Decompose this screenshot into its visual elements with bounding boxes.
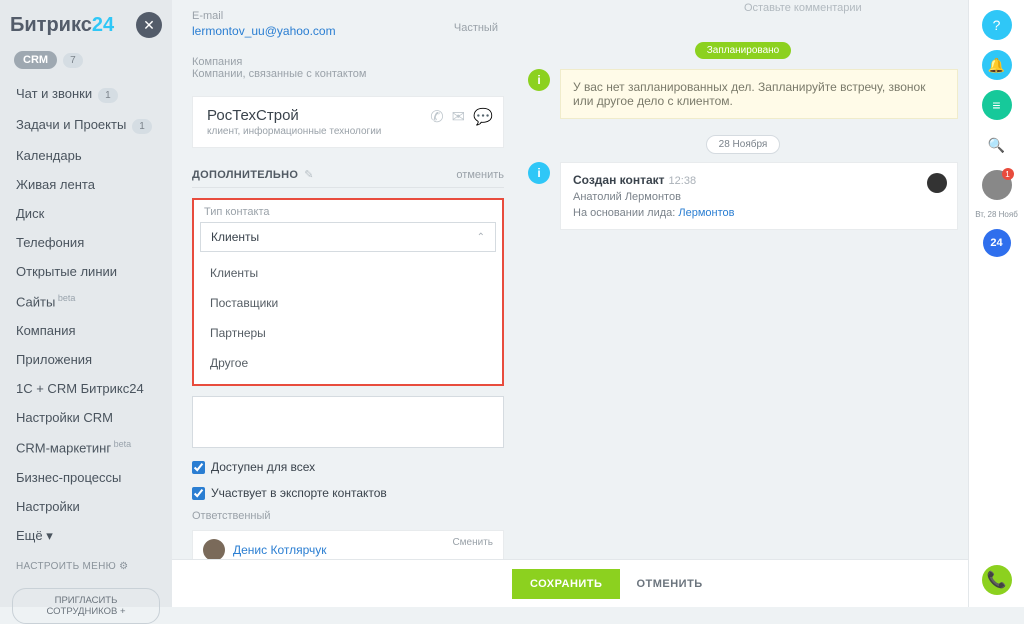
responsible-name[interactable]: Денис Котлярчук [233,543,327,557]
nav-item[interactable]: Календарь [0,141,172,170]
nav-item[interactable]: Настройки [0,492,172,521]
help-icon[interactable]: ? [982,10,1012,40]
nav-item[interactable]: Открытые линии [0,257,172,286]
select-option[interactable]: Партнеры [200,318,496,348]
select-option[interactable]: Поставщики [200,288,496,318]
comment-placeholder[interactable]: Оставьте комментарии [528,0,958,22]
edit-icon[interactable]: ✎ [304,168,313,181]
right-rail: ? 🔔 ≡ 🔍 1 Вт, 28 Нояб 24 📞 [968,0,1024,607]
change-link[interactable]: Сменить [452,537,493,548]
chk-public[interactable]: Доступен для всех [192,460,504,474]
chat-icon[interactable]: 💬 [473,107,493,127]
save-button[interactable]: СОХРАНИТЬ [512,569,620,599]
nav-item[interactable]: Настройки CRM [0,403,172,432]
close-icon[interactable]: ✕ [136,12,162,38]
nav-item[interactable]: 1С + CRM Битрикс24 [0,374,172,403]
invite-button[interactable]: ПРИГЛАСИТЬ СОТРУДНИКОВ + [12,588,160,624]
private-label: Частный [454,22,498,34]
company-sublabel: Компании, связанные с контактом [192,68,504,80]
rail-date: Вт, 28 Нояб [975,210,1018,219]
info-icon: i [528,69,550,91]
date-pill: 28 Ноября [706,135,781,154]
messages-icon[interactable]: ≡ [982,90,1012,120]
cancel-link[interactable]: отменить [456,169,504,181]
company-card[interactable]: РосТехСтрой клиент, информационные техно… [192,96,504,148]
footer: СОХРАНИТЬ ОТМЕНИТЬ [172,559,968,607]
section-title: ДОПОЛНИТЕЛЬНО [192,169,298,181]
crm-badge[interactable]: CRM [14,51,57,69]
nav-item[interactable]: CRM-маркетинг beta [0,432,172,462]
select-option[interactable]: Клиенты [200,258,496,288]
avatar [203,539,225,561]
nav-item[interactable]: Компания [0,316,172,345]
email-label: E-mail [192,10,504,22]
chevron-up-icon: ⌃ [477,232,485,243]
phone-icon[interactable]: ✆ [430,107,443,127]
nav-item[interactable]: Сайты beta [0,286,172,316]
select-option[interactable]: Другое [200,348,496,378]
nav-item[interactable]: Задачи и Проекты1 [0,110,172,141]
settings-menu[interactable]: НАСТРОИТЬ МЕНЮ ⚙ [0,551,172,582]
nav-item[interactable]: Чат и звонки1 [0,79,172,110]
nav-item[interactable]: Телефония [0,228,172,257]
nav-item[interactable]: Диск [0,199,172,228]
info-icon: i [528,162,550,184]
lead-link[interactable]: Лермонтов [678,207,734,219]
contact-type-field: Тип контакта Клиенты⌃ КлиентыПоставщикиП… [192,198,504,386]
bell-icon[interactable]: 🔔 [982,50,1012,80]
chk-export[interactable]: Участвует в экспорте контактов [192,486,504,500]
planned-badge: Запланировано [695,42,792,59]
textarea[interactable] [192,396,504,448]
search-icon[interactable]: 🔍 [982,130,1012,160]
company-label: Компания [192,56,504,68]
nav-item[interactable]: Бизнес-процессы [0,463,172,492]
event-card: Создан контакт12:38 Анатолий Лермонтов Н… [560,162,958,230]
cancel-button[interactable]: ОТМЕНИТЬ [636,578,702,590]
sidebar: Битрикс24 ✕ CRM7 Чат и звонки1Задачи и П… [0,0,172,607]
nav-item[interactable]: Живая лента [0,170,172,199]
avatar [927,173,947,193]
mail-icon[interactable]: ✉ [452,107,465,127]
info-message: У вас нет запланированных дел. Запланиру… [560,69,958,119]
avatar[interactable]: 1 [982,170,1012,200]
nav-item[interactable]: Приложения [0,345,172,374]
call-icon[interactable]: 📞 [982,565,1012,595]
bitrix-icon[interactable]: 24 [983,229,1011,257]
logo: Битрикс24 [10,14,114,37]
contact-type-select[interactable]: Клиенты⌃ [200,222,496,252]
nav-item[interactable]: Ещё ▾ [0,521,172,551]
